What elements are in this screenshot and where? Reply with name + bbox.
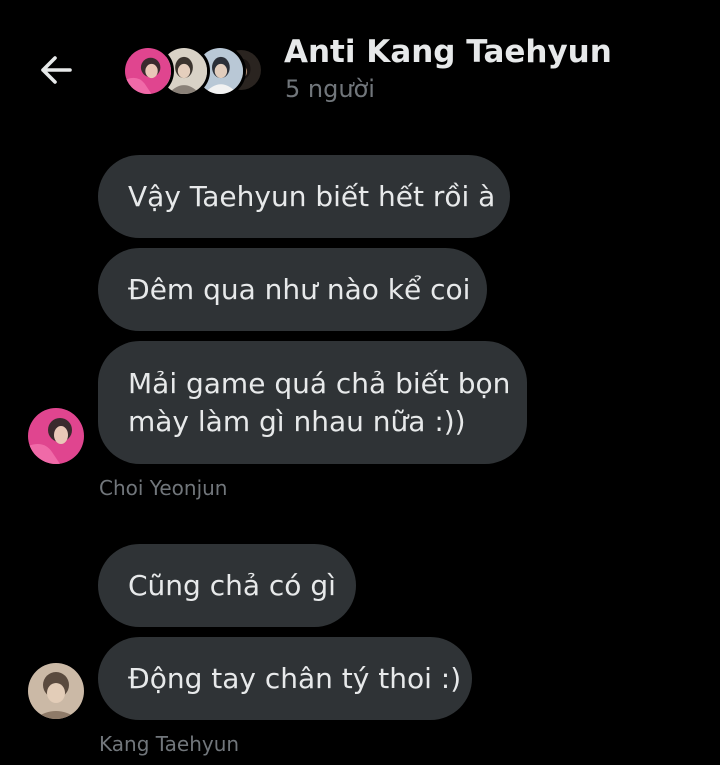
message-bubble[interactable]: Đêm qua như nào kể coi bbox=[98, 248, 487, 331]
participant-avatar bbox=[122, 45, 174, 97]
message-text: Động tay chân tý thoi :) bbox=[128, 661, 462, 695]
group-avatar-stack[interactable] bbox=[122, 45, 264, 97]
message-bubble[interactable]: Vậy Taehyun biết hết rồi à bbox=[98, 155, 510, 238]
member-count[interactable]: 5 người bbox=[285, 75, 375, 103]
sender-avatar[interactable] bbox=[28, 408, 84, 464]
message-bubble[interactable]: Mải game quá chả biết bọn mày làm gì nha… bbox=[98, 341, 527, 464]
dm-conversation-screen: Anti Kang Taehyun 5 người Vậy Taehyun bi… bbox=[0, 0, 720, 765]
message-text: Cũng chả có gì bbox=[128, 568, 336, 602]
message-bubble[interactable]: Động tay chân tý thoi :) bbox=[98, 637, 472, 720]
sender-avatar[interactable] bbox=[28, 663, 84, 719]
message-text-line: mày làm gì nhau nữa :)) bbox=[128, 404, 466, 438]
arrow-left-icon bbox=[41, 56, 72, 84]
message-text: Đêm qua như nào kể coi bbox=[128, 272, 471, 306]
message-bubble[interactable]: Cũng chả có gì bbox=[98, 544, 356, 627]
conversation-title[interactable]: Anti Kang Taehyun bbox=[284, 34, 612, 70]
message-text-line: Mải game quá chả biết bọn bbox=[128, 366, 511, 400]
message-text: Vậy Taehyun biết hết rồi à bbox=[128, 179, 496, 213]
sender-name[interactable]: Choi Yeonjun bbox=[99, 476, 227, 500]
sender-name[interactable]: Kang Taehyun bbox=[99, 732, 239, 756]
back-button[interactable] bbox=[36, 50, 76, 90]
conversation-header: Anti Kang Taehyun 5 người bbox=[0, 0, 720, 130]
